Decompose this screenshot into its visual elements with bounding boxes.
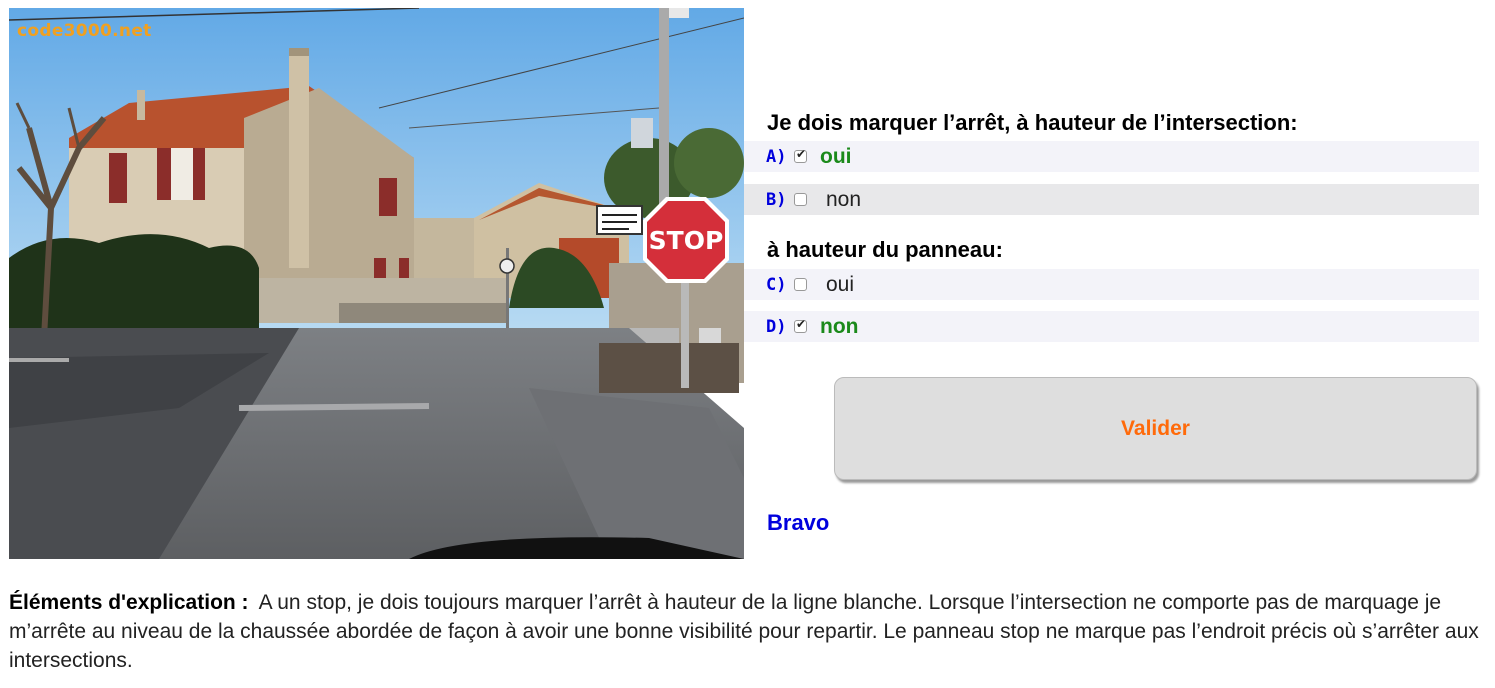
explanation-block: Éléments d'explication :A un stop, je do… (9, 588, 1479, 675)
answer-label-a: oui (820, 144, 852, 168)
answer-row-b[interactable]: B) non (744, 184, 1479, 215)
option-letter-a: A) (766, 146, 787, 167)
checkbox-b[interactable] (794, 193, 807, 206)
result-message: Bravo (767, 510, 830, 535)
question-intersection: Je dois marquer l’arrêt, à hauteur de l’… (767, 110, 1298, 135)
stop-sign-text: STOP (649, 226, 724, 255)
answer-label-b: non (826, 187, 862, 211)
answer-label-c: oui (826, 272, 855, 296)
option-letter-d: D) (766, 316, 787, 337)
watermark: code3000.net (17, 21, 152, 41)
checkbox-a[interactable] (794, 147, 807, 163)
answer-row-a[interactable]: A) oui (744, 141, 1479, 172)
answer-row-c[interactable]: C) oui (744, 269, 1479, 300)
question-photo: STOP code3000.net (9, 8, 744, 559)
intersection-scene: STOP (9, 8, 744, 559)
checkbox-c[interactable] (794, 278, 807, 291)
question-sign: à hauteur du panneau: (767, 237, 1003, 262)
option-letter-b: B) (766, 189, 787, 210)
answer-row-d[interactable]: D) non (744, 311, 1479, 342)
answer-label-d: non (820, 314, 859, 338)
option-letter-c: C) (766, 274, 787, 295)
explanation-heading: Éléments d'explication : (9, 591, 249, 614)
validate-button[interactable]: Valider (834, 377, 1477, 480)
checkbox-d[interactable] (794, 317, 807, 333)
